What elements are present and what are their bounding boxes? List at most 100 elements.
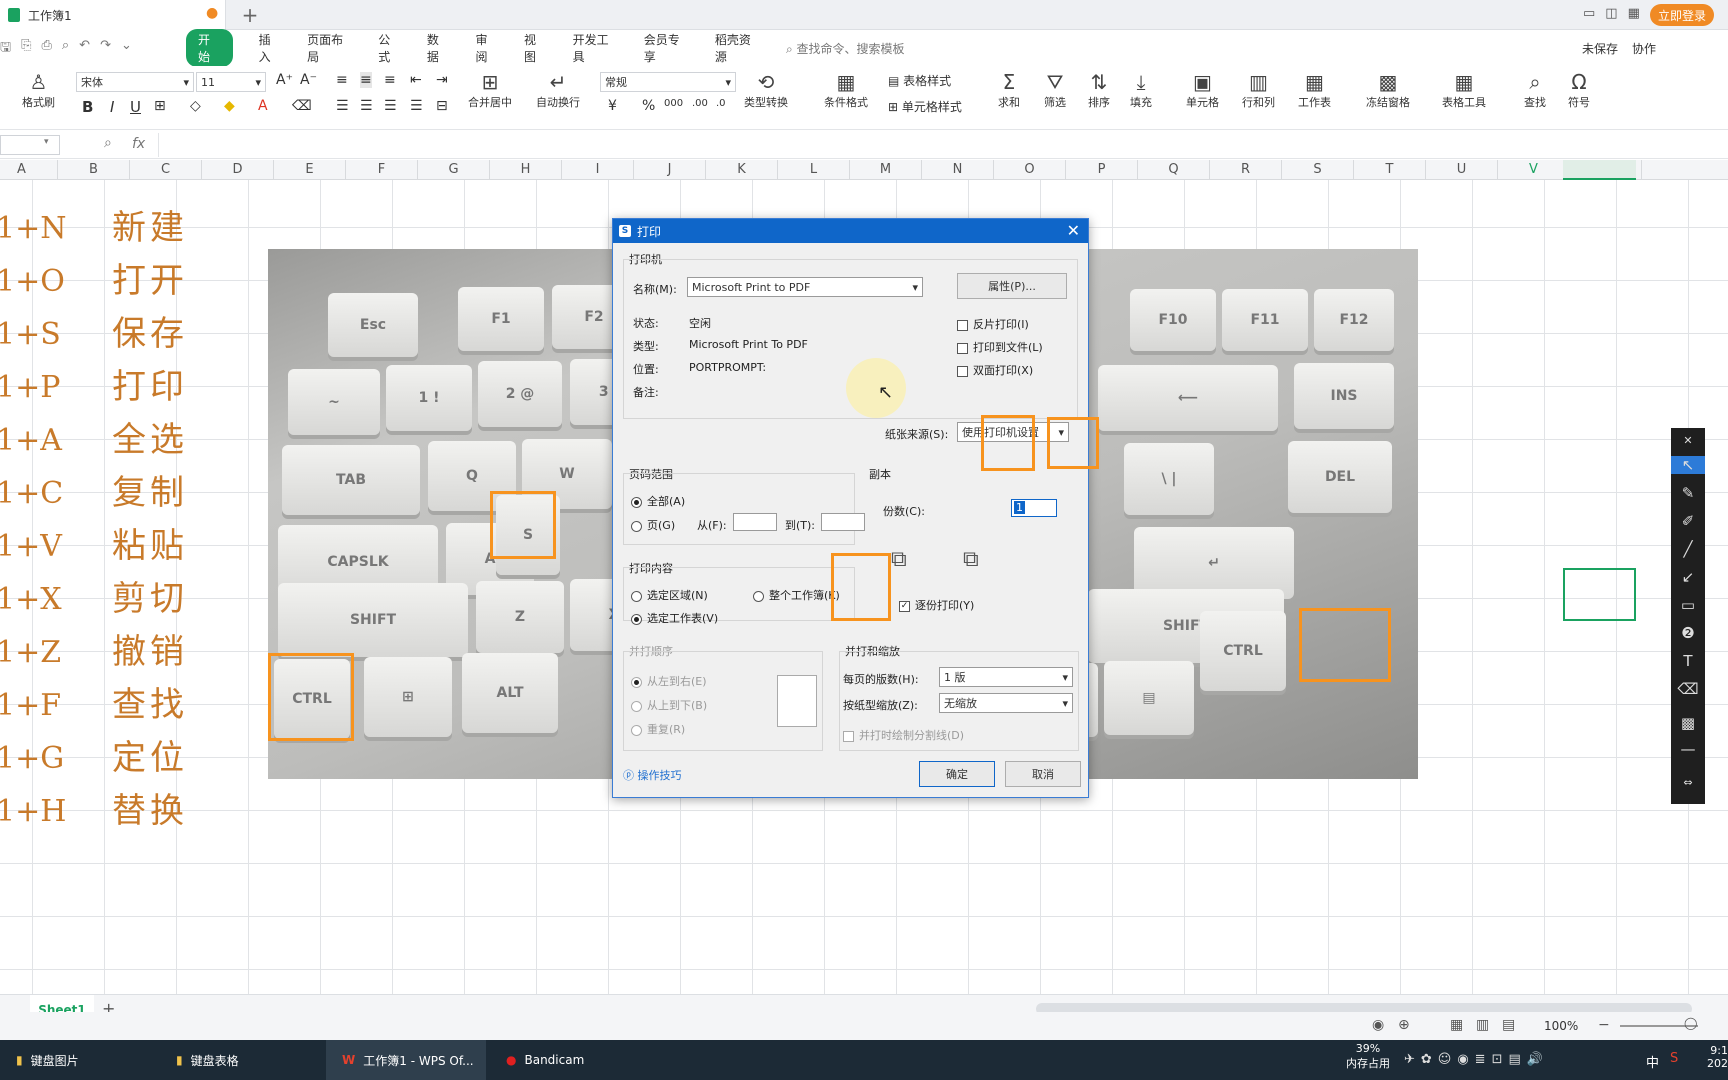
preview-icon[interactable]: ⌕ [62, 38, 69, 60]
line-icon[interactable]: ╱ [1671, 540, 1705, 558]
zoom-out-icon[interactable]: − [1598, 1017, 1610, 1033]
rectangle-icon[interactable]: ▭ [1671, 596, 1705, 614]
from-input[interactable] [733, 513, 777, 531]
zoom-formula-icon[interactable]: ⌕ [104, 135, 112, 151]
shortcut-row[interactable]: 1+N 新建 [0, 202, 200, 255]
page-layout-icon[interactable]: ▥ [1476, 1017, 1489, 1033]
shortcut-row[interactable]: 1+A 全选 [0, 414, 200, 467]
collate-checkbox[interactable]: ✓ 逐份打印(Y) [899, 597, 974, 613]
column-header-cell[interactable]: S [1282, 160, 1354, 180]
copies-input[interactable]: 1 [1011, 499, 1057, 517]
column-header-cell[interactable]: G [418, 160, 490, 180]
printer-select[interactable]: Microsoft Print to PDF ▾ [687, 277, 923, 297]
login-button[interactable]: 立即登录 [1650, 4, 1715, 26]
sel-sheet-radio[interactable]: 选定工作表(V) [631, 610, 718, 626]
column-header-cell[interactable]: J [634, 160, 706, 180]
save-icon[interactable]: 🖫 [0, 38, 11, 60]
menu-item[interactable]: 数据 [427, 31, 450, 65]
table-tools-button[interactable]: ▦ 表格工具 [1442, 70, 1486, 110]
formula-input[interactable] [158, 133, 1728, 157]
wrap-text-button[interactable]: ↵ 自动换行 [536, 70, 580, 110]
sel-area-radio[interactable]: 选定区域(N) [631, 587, 708, 603]
expand-icon[interactable]: ⇔ [1671, 776, 1705, 789]
column-header-cell[interactable]: H [490, 160, 562, 180]
format-painter-button[interactable]: ♙ 格式刷 [22, 70, 55, 110]
shortcut-row[interactable]: 1+P 打印 [0, 361, 200, 414]
number-format-select[interactable]: 常规 ▾ [600, 72, 736, 92]
cell-style-button[interactable]: ⊞ 单元格样式 [888, 98, 962, 115]
unsaved-status[interactable]: 未保存 [1582, 40, 1618, 57]
apps-icon[interactable]: ▦ [1628, 6, 1640, 21]
properties-button[interactable]: 属性(P)... [957, 273, 1067, 299]
column-header-cell[interactable]: Q [1138, 160, 1210, 180]
worksheet-button[interactable]: ▦ 工作表 [1298, 70, 1331, 110]
fx-label[interactable]: fx [132, 136, 145, 152]
document-tab[interactable]: 工作簿1 ● [0, 0, 226, 30]
shortcut-row[interactable]: 1+V 粘贴 [0, 520, 200, 573]
taskbar-item[interactable]: ▮ 键盘图片 [0, 1040, 160, 1080]
whole-book-radio[interactable]: 整个工作簿(K) [753, 587, 840, 603]
percent-button[interactable]: % [642, 98, 655, 114]
menu-item[interactable]: 会员专享 [644, 31, 689, 65]
shortcut-row[interactable]: 1+S 保存 [0, 308, 200, 361]
zoom-handle-icon[interactable]: ◯ [1684, 1016, 1697, 1030]
to-input[interactable] [821, 513, 865, 531]
number-icon[interactable]: ❷ [1671, 624, 1705, 642]
cancel-button[interactable]: 取消 [1005, 761, 1081, 787]
column-header-cell[interactable]: D [202, 160, 274, 180]
symbol-button[interactable]: Ω 符号 [1568, 70, 1590, 110]
menu-item[interactable]: 页面布局 [307, 31, 352, 65]
merge-center-button[interactable]: ⊞ 合并居中 [468, 70, 512, 110]
name-box[interactable] [0, 135, 60, 155]
indent-dec-icon[interactable]: ⇤ [410, 72, 422, 88]
memory-indicator[interactable]: 39% 内存占用 [1346, 1042, 1390, 1071]
mosaic-icon[interactable]: ▩ [1671, 714, 1705, 732]
pointer-icon[interactable]: ↖ [1671, 456, 1705, 474]
table-style-button[interactable]: ▤ 表格样式 [888, 72, 951, 89]
page-break-icon[interactable]: ▤ [1502, 1017, 1515, 1033]
marker-icon[interactable]: ✐ [1671, 512, 1705, 530]
arrow-icon[interactable]: ↙ [1671, 568, 1705, 586]
currency-button[interactable]: ¥ [608, 98, 617, 114]
close-icon[interactable]: ✕ [1671, 434, 1705, 447]
inc-decimal-icon[interactable]: .00 [692, 98, 708, 109]
italic-button[interactable]: I [110, 98, 114, 116]
font-color-icon[interactable]: A [258, 98, 268, 114]
taskbar-item[interactable]: W 工作簿1 - WPS Of... [326, 1040, 486, 1080]
collab-button[interactable]: 协作 [1632, 40, 1656, 57]
scale-select[interactable]: 无缩放 ▾ [939, 693, 1073, 713]
cell-button[interactable]: ▣ 单元格 [1186, 70, 1219, 110]
lang-icon[interactable]: ⊕ [1398, 1017, 1410, 1033]
filter-button[interactable]: ⛛ 筛选 [1044, 70, 1066, 110]
taskbar-item[interactable]: ▮ 键盘表格 [160, 1040, 320, 1080]
shrink-font-icon[interactable]: A⁻ [300, 72, 317, 88]
column-header-cell[interactable]: N [922, 160, 994, 180]
layout-icon[interactable]: ▭ [1583, 6, 1595, 21]
print-icon[interactable]: ⎙ [41, 38, 51, 60]
text-icon[interactable]: T [1671, 652, 1705, 670]
column-header-cell[interactable]: T [1354, 160, 1426, 180]
zoom-level[interactable]: 100% [1544, 1019, 1578, 1033]
chevron-down-icon[interactable]: ▾ [44, 137, 49, 147]
menu-item[interactable]: 插入 [259, 31, 282, 65]
column-header-cell[interactable]: I [562, 160, 634, 180]
tips-link[interactable]: ⓟ 操作技巧 [623, 767, 682, 783]
column-header-cell[interactable]: P [1066, 160, 1138, 180]
menu-item[interactable]: 公式 [378, 31, 401, 65]
repeat-radio[interactable]: 重复(R) [631, 721, 685, 737]
align-left-icon[interactable]: ☰ [336, 98, 349, 114]
undo-icon[interactable]: ↶ [79, 38, 90, 60]
eraser-icon[interactable]: ⌫ [1671, 680, 1705, 698]
align-center-icon[interactable]: ☰ [360, 98, 373, 114]
redo-icon[interactable]: ↷ [100, 38, 111, 60]
justify-icon[interactable]: ☰ [410, 98, 423, 114]
fill-style-icon[interactable]: ◇ [190, 98, 201, 114]
dec-decimal-icon[interactable]: .0 [716, 98, 726, 109]
pages-radio[interactable]: 页(G) [631, 517, 675, 533]
type-convert-button[interactable]: ⟲ 类型转换 [744, 70, 788, 110]
find-button[interactable]: ⌕ 查找 [1524, 70, 1546, 110]
freeze-button[interactable]: ▩ 冻结窗格 [1366, 70, 1410, 110]
taskbar-item[interactable]: ● Bandicam [490, 1040, 650, 1080]
pencil-icon[interactable]: ✎ [1671, 484, 1705, 502]
export-icon[interactable]: ⎘ [21, 38, 31, 60]
